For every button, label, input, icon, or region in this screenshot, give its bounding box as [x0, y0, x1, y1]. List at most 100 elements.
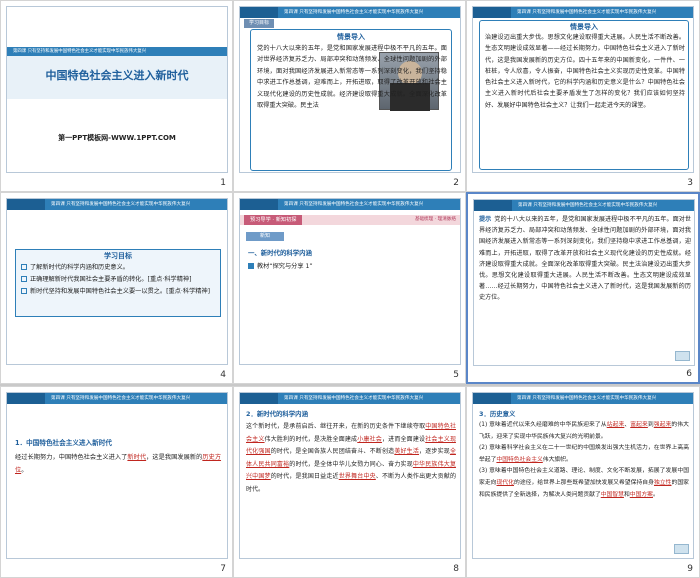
hint-paragraph: 党的十八大以来的五年，是党和国家发展进程中极不平凡的五年。面对世界经济复苏乏力、… [479, 216, 691, 302]
section-band: 预习导学 · 新知初探 基础梳理 · 理清脉络 [240, 215, 460, 225]
body-text: 的途径，给世界上那些既希望加快发展又希望保持自身 [514, 479, 654, 486]
slide-number: 1 [220, 178, 226, 188]
return-icon[interactable] [675, 351, 690, 361]
slide-thumbnail-8[interactable]: 第四课 只有坚持和发展中国特色社会主义才能实现中华民族伟大复兴 2．新时代的科学… [233, 386, 466, 578]
slide-9-canvas: 第四课 只有坚持和发展中国特色社会主义才能实现中华民族伟大复兴 3．历史意义 (… [472, 392, 694, 559]
goals-title: 学习目标 [104, 252, 132, 260]
goal-item-3: 新时代坚持和发展中国特色社会主义要一以贯之。[重点·科学精神] [16, 286, 220, 298]
header-text: 第四课 只有坚持和发展中国特色社会主义才能实现中华民族伟大复兴 [517, 10, 657, 15]
section-label: 新知 [246, 232, 284, 241]
header-tag [7, 393, 45, 404]
slide-sorter-grid: 第四课 只有坚持和发展中国特色社会主义才能实现中华民族伟大复兴 中国特色社会主义… [0, 0, 700, 578]
slide-thumbnail-5[interactable]: 第四课 只有坚持和发展中国特色社会主义才能实现中华民族伟大复兴 预习导学 · 新… [233, 192, 466, 384]
slide-5-canvas: 第四课 只有坚持和发展中国特色社会主义才能实现中华民族伟大复兴 预习导学 · 新… [239, 198, 461, 365]
checkbox-icon [21, 288, 27, 294]
fill-blank: 中国智慧 [600, 491, 624, 498]
body-text: ，这是我国发展新的 [146, 454, 203, 461]
fill-blank: 中国方案 [629, 491, 653, 498]
header-text: 第四课 只有坚持和发展中国特色社会主义才能实现中华民族伟大复兴 [51, 202, 191, 207]
section-band-links: 基础梳理 · 理清脉络 [414, 217, 456, 222]
slide-header-bar: 第四课 只有坚持和发展中国特色社会主义才能实现中华民族伟大复兴 [240, 7, 460, 18]
intro-box: 情景导入 党的十八大以来的五年，是党和国家发展进程中极不平凡的五年。面对世界经济… [250, 29, 452, 171]
body-text: ，进而全面建设 [381, 435, 426, 443]
goal-item-text: 了解新时代的科学内涵和历史意义。 [30, 264, 129, 271]
slide-number: 9 [687, 564, 693, 574]
body-text: 的时代，是全体中华儿女勠力同心、奋力实现 [289, 460, 413, 468]
slide-header-bar: 第四课 只有坚持和发展中国特色社会主义才能实现中华民族伟大复兴 [473, 393, 693, 404]
slide-header-bar: 第四课 只有坚持和发展中国特色社会主义才能实现中华民族伟大复兴 [473, 7, 693, 18]
fill-blank: 站起来 [606, 422, 625, 428]
goal-item-text: 新时代坚持和发展中国特色社会主义要一以贯之。[重点·科学精神] [30, 288, 211, 295]
slide-number: 3 [687, 178, 693, 188]
slide-header-bar: 第四课 只有坚持和发展中国特色社会主义才能实现中华民族伟大复兴 [7, 393, 227, 404]
goals-box: 学习目标 了解新时代的科学内涵和历史意义。 正确理解新时代我国社会主要矛盾的转化… [15, 249, 221, 317]
fill-blank: 新时代 [127, 454, 147, 461]
body-text: 伟大旗帜。 [542, 456, 572, 463]
goal-item-2: 正确理解新时代我国社会主要矛盾的转化。[重点·科学精神] [16, 274, 220, 286]
body-text: 这个新时代，是承前启后、继往开来，在新的历史条件下继续夺取 [246, 423, 426, 430]
book-icon [248, 263, 254, 269]
point-heading: 一、新时代的科学内涵 [248, 249, 312, 257]
point-heading: 2．新时代的科学内涵 [246, 410, 308, 418]
body-text: 。 [21, 467, 28, 474]
body-text: 的时代，是全国各族人民团结奋斗、不断创造 [270, 448, 395, 456]
slide-1-subtitle: 第四课 只有坚持和发展中国特色社会主义才能实现中华民族伟大复兴 [13, 49, 147, 54]
fill-blank: 强起来 [653, 422, 672, 428]
goal-item-1: 了解新时代的科学内涵和历史意义。 [16, 262, 220, 274]
slide-6-canvas: 第四课 只有坚持和发展中国特色社会主义才能实现中华民族伟大复兴 提示 党的十八大以… [473, 199, 695, 366]
header-tag [474, 200, 512, 211]
slide-header-bar: 第四课 只有坚持和发展中国特色社会主义才能实现中华民族伟大复兴 [474, 200, 694, 211]
slide-thumbnail-6[interactable]: 第四课 只有坚持和发展中国特色社会主义才能实现中华民族伟大复兴 提示 党的十八大以… [466, 192, 700, 384]
header-text: 第四课 只有坚持和发展中国特色社会主义才能实现中华民族伟大复兴 [517, 396, 657, 401]
header-text: 第四课 只有坚持和发展中国特色社会主义才能实现中华民族伟大复兴 [284, 10, 424, 15]
goal-item-text: 正确理解新时代我国社会主要矛盾的转化。[重点·科学精神] [30, 276, 192, 283]
slide-thumbnail-7[interactable]: 第四课 只有坚持和发展中国特色社会主义才能实现中华民族伟大复兴 1．中国特色社会… [0, 386, 233, 578]
header-tag [240, 393, 278, 404]
slide-8-canvas: 第四课 只有坚持和发展中国特色社会主义才能实现中华民族伟大复兴 2．新时代的科学… [239, 392, 461, 559]
point-subheading: 教材“探究与分享 1” [248, 261, 313, 270]
header-tag [473, 393, 511, 404]
point-body: 这个新时代，是承前启后、继往开来，在新的历史条件下继续夺取中国特色社会主义伟大胜… [246, 421, 456, 558]
slide-header-bar: 第四课 只有坚持和发展中国特色社会主义才能实现中华民族伟大复兴 [240, 393, 460, 404]
slide-1-title: 中国特色社会主义进入新时代 [45, 69, 189, 82]
fill-blank: 小康社会 [357, 435, 382, 443]
point-body: 经过长期努力，中国特色社会主义进入了新时代，这是我国发展新的历史方位。 [15, 451, 221, 477]
slide-thumbnail-1[interactable]: 第四课 只有坚持和发展中国特色社会主义才能实现中华民族伟大复兴 中国特色社会主义… [0, 0, 233, 192]
return-icon[interactable] [674, 544, 689, 554]
intro-box-title: 情景导入 [337, 33, 365, 41]
slide-thumbnail-4[interactable]: 第四课 只有坚持和发展中国特色社会主义才能实现中华民族伟大复兴 学习目标 了解新… [0, 192, 233, 384]
hint-block: 提示 党的十八大以来的五年，是党和国家发展进程中极不平凡的五年。面对世界经济复苏乏… [479, 214, 691, 364]
header-tag [240, 199, 278, 210]
section-band-title: 预习导学 · 新知初探 [244, 215, 303, 225]
slide-4-canvas: 第四课 只有坚持和发展中国特色社会主义才能实现中华民族伟大复兴 学习目标 了解新… [6, 198, 228, 365]
intro-box: 情景导入 治建设迈出重大步伐。思想文化建设取得重大进展。人民生活不断改善。生态文… [479, 20, 689, 170]
body-text: (1) 意味着近代以来久经磨难的中华民族迎来了从 [479, 422, 607, 428]
intro-paragraph-continued: 治建设迈出重大步伐。思想文化建设取得重大进展。人民生活不断改善。生态文明建设成效… [485, 34, 685, 109]
slide-number: 6 [686, 369, 692, 379]
header-tag [473, 7, 511, 18]
slide-thumbnail-9[interactable]: 第四课 只有坚持和发展中国特色社会主义才能实现中华民族伟大复兴 3．历史意义 (… [466, 386, 700, 578]
header-tag [240, 7, 278, 18]
fill-blank: 独立性 [653, 479, 672, 486]
slide-number: 4 [220, 370, 226, 380]
slide-header-bar: 第四课 只有坚持和发展中国特色社会主义才能实现中华民族伟大复兴 [7, 199, 227, 210]
header-text: 第四课 只有坚持和发展中国特色社会主义才能实现中华民族伟大复兴 [284, 396, 424, 401]
slide-thumbnail-2[interactable]: 第四课 只有坚持和发展中国特色社会主义才能实现中华民族伟大复兴 学习目标 情景导… [233, 0, 466, 192]
slide-number: 5 [453, 370, 459, 380]
slide-number: 7 [220, 564, 226, 574]
slide-2-canvas: 第四课 只有坚持和发展中国特色社会主义才能实现中华民族伟大复兴 学习目标 情景导… [239, 6, 461, 173]
slide-thumbnail-3[interactable]: 第四课 只有坚持和发展中国特色社会主义才能实现中华民族伟大复兴 情景导入 治建设… [466, 0, 700, 192]
slide-header-bar: 第四课 只有坚持和发展中国特色社会主义才能实现中华民族伟大复兴 [240, 199, 460, 210]
slide-1-canvas: 第四课 只有坚持和发展中国特色社会主义才能实现中华民族伟大复兴 中国特色社会主义… [6, 6, 228, 173]
slide-number: 2 [453, 178, 459, 188]
checkbox-icon [21, 264, 27, 270]
checkbox-icon [21, 276, 27, 282]
slide-7-canvas: 第四课 只有坚持和发展中国特色社会主义才能实现中华民族伟大复兴 1．中国特色社会… [6, 392, 228, 559]
point-body: (1) 意味着近代以来久经磨难的中华民族迎来了从站起来、富起来到强起来的伟大飞跃… [479, 422, 689, 498]
slide-1-footer: 第一PPT模板网-WWW.1PPT.COM [58, 134, 176, 142]
fill-blank: 美好生活 [394, 448, 420, 456]
point-heading: 3．历史意义 [479, 410, 516, 418]
header-text: 第四课 只有坚持和发展中国特色社会主义才能实现中华民族伟大复兴 [51, 396, 191, 401]
body-text: 经过长期努力，中国特色社会主义进入了 [15, 454, 128, 461]
header-text: 第四课 只有坚持和发展中国特色社会主义才能实现中华民族伟大复兴 [284, 202, 424, 207]
